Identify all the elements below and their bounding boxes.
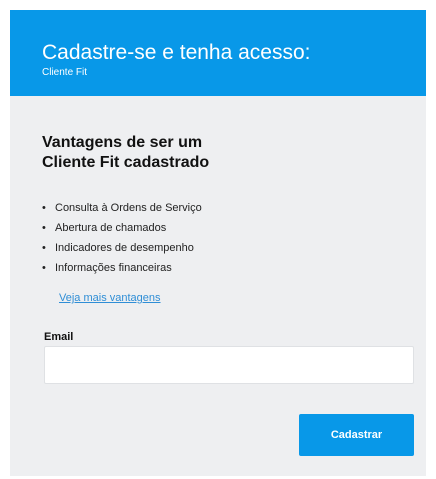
benefits-heading-line-1: Vantagens de ser um: [42, 134, 203, 151]
header-title: Cadastre-se e tenha acesso:: [42, 41, 311, 64]
email-field[interactable]: [44, 346, 414, 384]
signup-card: Cadastre-se e tenha acesso: Cliente Fit …: [10, 10, 426, 476]
benefit-item-financial-info: Informações financeiras: [42, 258, 202, 278]
register-button[interactable]: Cadastrar: [299, 414, 414, 456]
benefits-heading: Vantagens de ser um Cliente Fit cadastra…: [42, 133, 209, 173]
signup-header: Cadastre-se e tenha acesso: Cliente Fit: [10, 10, 426, 96]
benefits-heading-line-2: Cliente Fit cadastrado: [42, 154, 210, 171]
benefit-item-open-tickets: Abertura de chamados: [42, 218, 202, 238]
benefits-list: Consulta à Ordens de Serviço Abertura de…: [42, 198, 202, 278]
header-subtitle: Cliente Fit: [42, 67, 88, 78]
benefit-item-performance-indicators: Indicadores de desempenho: [42, 238, 202, 258]
email-label: Email: [44, 331, 74, 343]
benefit-item-service-orders: Consulta à Ordens de Serviço: [42, 198, 202, 218]
more-benefits-link[interactable]: Veja mais vantagens: [59, 291, 161, 305]
